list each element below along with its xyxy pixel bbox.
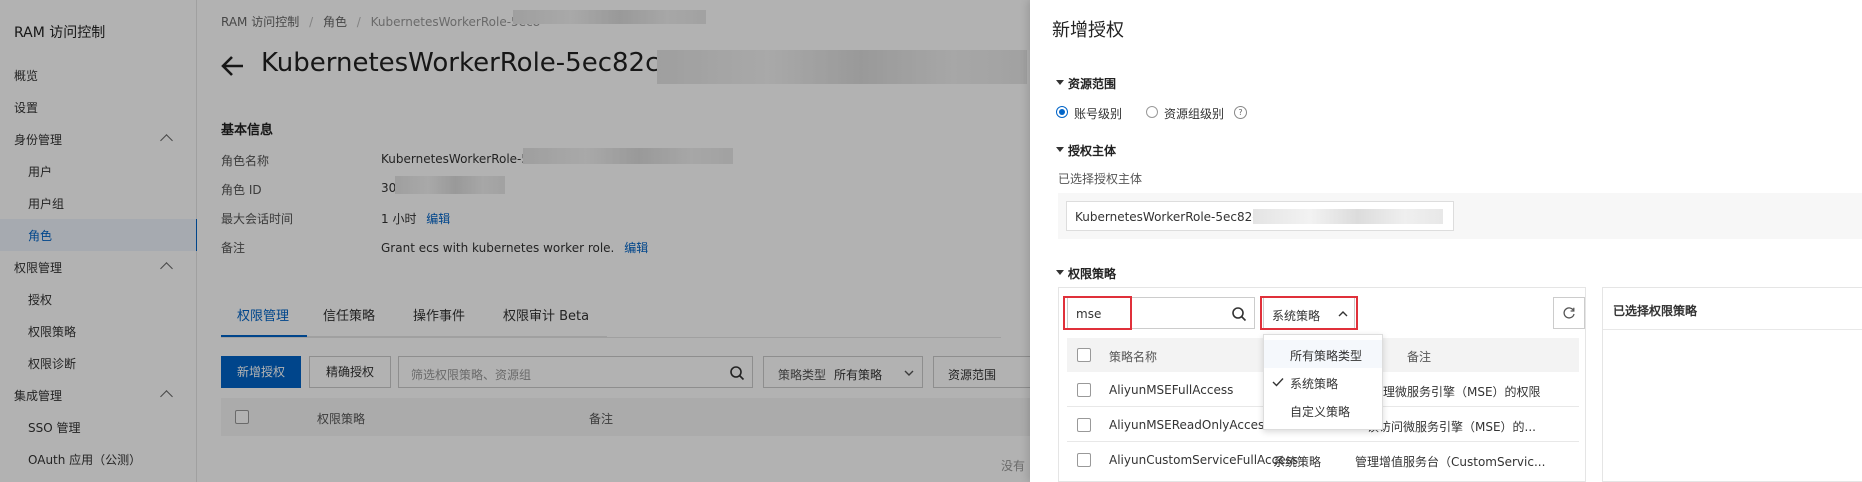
policy-row-checkbox[interactable] xyxy=(1077,418,1091,432)
refresh-button[interactable] xyxy=(1553,297,1585,329)
redacted-block xyxy=(1253,209,1443,224)
resource-scope-heading: 资源范围 xyxy=(1068,77,1117,91)
resource-group-level-label[interactable]: 资源组级别 xyxy=(1164,105,1224,122)
type-highlight-box xyxy=(1260,296,1358,330)
collapse-triangle-icon[interactable] xyxy=(1056,270,1064,275)
selected-policies-panel: 已选择权限策略 xyxy=(1602,287,1862,482)
policy-row[interactable]: AliyunCustomServiceFullAccess 系统策略 管理增值服… xyxy=(1067,442,1579,477)
policy-row-checkbox[interactable] xyxy=(1077,383,1091,397)
menu-option-all[interactable]: 所有策略类型 xyxy=(1264,340,1382,368)
policy-row-desc: 读访问微服务引擎（MSE）的... xyxy=(1367,420,1536,434)
menu-option-custom-label: 自定义策略 xyxy=(1290,405,1351,419)
policies-heading: 权限策略 xyxy=(1068,267,1117,281)
collapse-triangle-icon[interactable] xyxy=(1056,80,1064,85)
policy-row-desc: 理微服务引擎（MSE）的权限 xyxy=(1383,385,1541,399)
principal-value: KubernetesWorkerRole-5ec82d xyxy=(1075,210,1260,224)
radio-account-level[interactable] xyxy=(1056,106,1068,118)
policy-row-name: AliyunMSEFullAccess xyxy=(1109,383,1234,397)
policy-row-name: AliyunCustomServiceFullAccess xyxy=(1109,453,1299,467)
principal-heading: 授权主体 xyxy=(1068,144,1117,158)
principal-tag: KubernetesWorkerRole-5ec82d xyxy=(1066,201,1454,231)
column-policy-name: 策略名称 xyxy=(1109,350,1158,364)
column-policy-remark: 备注 xyxy=(1407,350,1432,364)
selected-principal-label: 已选择授权主体 xyxy=(1058,172,1143,186)
panel-divider xyxy=(1603,329,1862,330)
refresh-icon xyxy=(1563,307,1575,319)
policy-list-panel: mse 系统策略 策略名称 备注 AliyunMSEFullAccess 理微服… xyxy=(1058,287,1586,482)
radio-resource-group-level[interactable] xyxy=(1146,106,1158,118)
policy-row-type: 系统策略 xyxy=(1273,455,1322,469)
principal-box: KubernetesWorkerRole-5ec82d xyxy=(1058,193,1862,239)
policy-row-name: AliyunMSEReadOnlyAccess xyxy=(1109,418,1271,432)
search-icon[interactable] xyxy=(1231,306,1247,322)
add-grant-drawer: 新增授权 资源范围 账号级别 资源组级别 ? 授权主体 已选择授权主体 Kube… xyxy=(1030,0,1862,482)
menu-option-all-label: 所有策略类型 xyxy=(1290,349,1363,363)
menu-option-custom[interactable]: 自定义策略 xyxy=(1264,396,1382,424)
selected-policies-title: 已选择权限策略 xyxy=(1613,304,1698,318)
policy-row-desc: 管理增值服务台（CustomServic... xyxy=(1355,455,1546,469)
drawer-title: 新增授权 xyxy=(1052,20,1124,41)
policy-row-checkbox[interactable] xyxy=(1077,453,1091,467)
modal-overlay[interactable] xyxy=(0,0,1030,482)
collapse-triangle-icon[interactable] xyxy=(1056,147,1064,152)
menu-option-system-label: 系统策略 xyxy=(1290,377,1339,391)
help-icon[interactable]: ? xyxy=(1234,106,1247,119)
policy-type-menu: 所有策略类型 系统策略 自定义策略 xyxy=(1263,334,1383,430)
check-icon xyxy=(1272,378,1284,387)
select-all-policies-checkbox[interactable] xyxy=(1077,348,1091,362)
search-highlight-box xyxy=(1063,296,1132,330)
account-level-label[interactable]: 账号级别 xyxy=(1074,105,1122,122)
menu-option-system[interactable]: 系统策略 xyxy=(1264,368,1382,396)
